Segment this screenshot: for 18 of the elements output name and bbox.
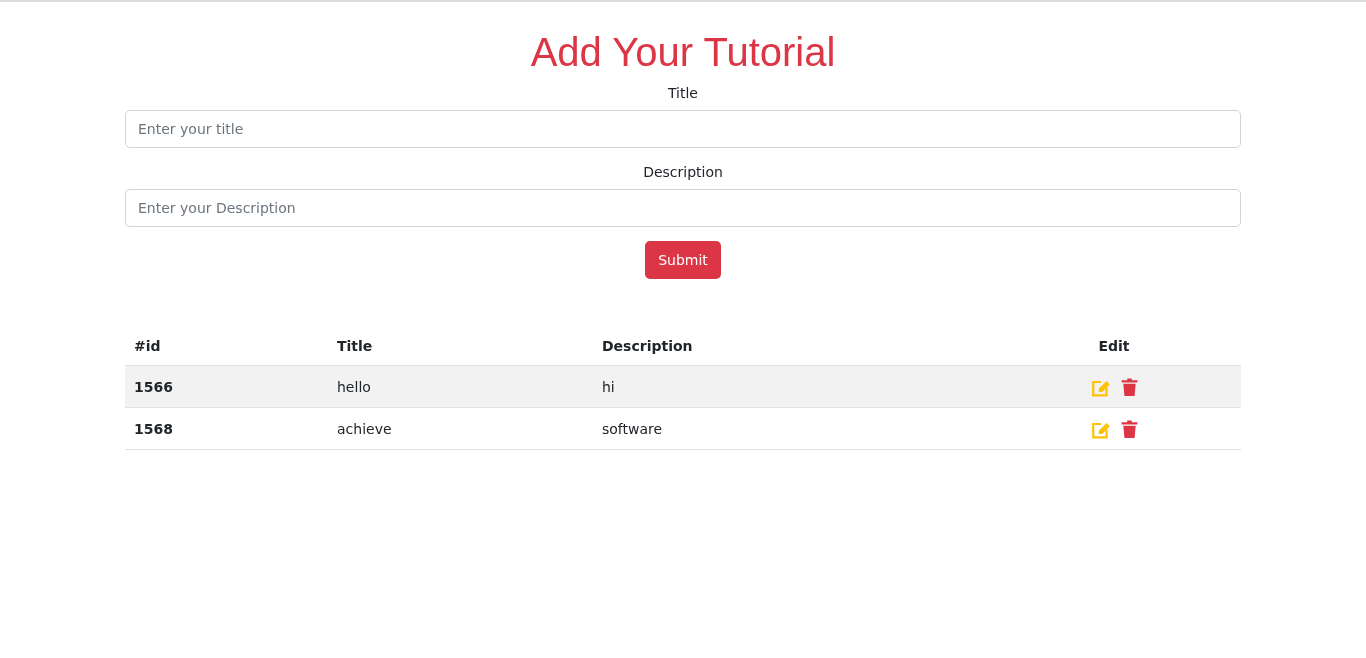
column-header: #id (125, 327, 328, 366)
delete-icon[interactable] (1120, 377, 1138, 396)
column-header: Description (593, 327, 987, 366)
table-cell: hello (328, 365, 593, 408)
field-label: Title (668, 84, 698, 103)
column-header: Edit (987, 327, 1241, 366)
field-label: Description (643, 163, 723, 182)
table-cell: 1566 (125, 365, 328, 408)
submit-button[interactable]: Submit (645, 241, 721, 279)
table-cell: software (593, 407, 987, 450)
table-cell: hi (593, 365, 987, 408)
table-cell: 1568 (125, 407, 328, 450)
input-field[interactable]: Enter your title (125, 110, 1241, 148)
column-header: Title (328, 327, 593, 366)
delete-icon[interactable] (1120, 419, 1138, 438)
input-field[interactable]: Enter your Description (125, 189, 1241, 227)
table-cell: achieve (328, 407, 593, 450)
page-heading: Add Your Tutorial (529, 29, 837, 75)
